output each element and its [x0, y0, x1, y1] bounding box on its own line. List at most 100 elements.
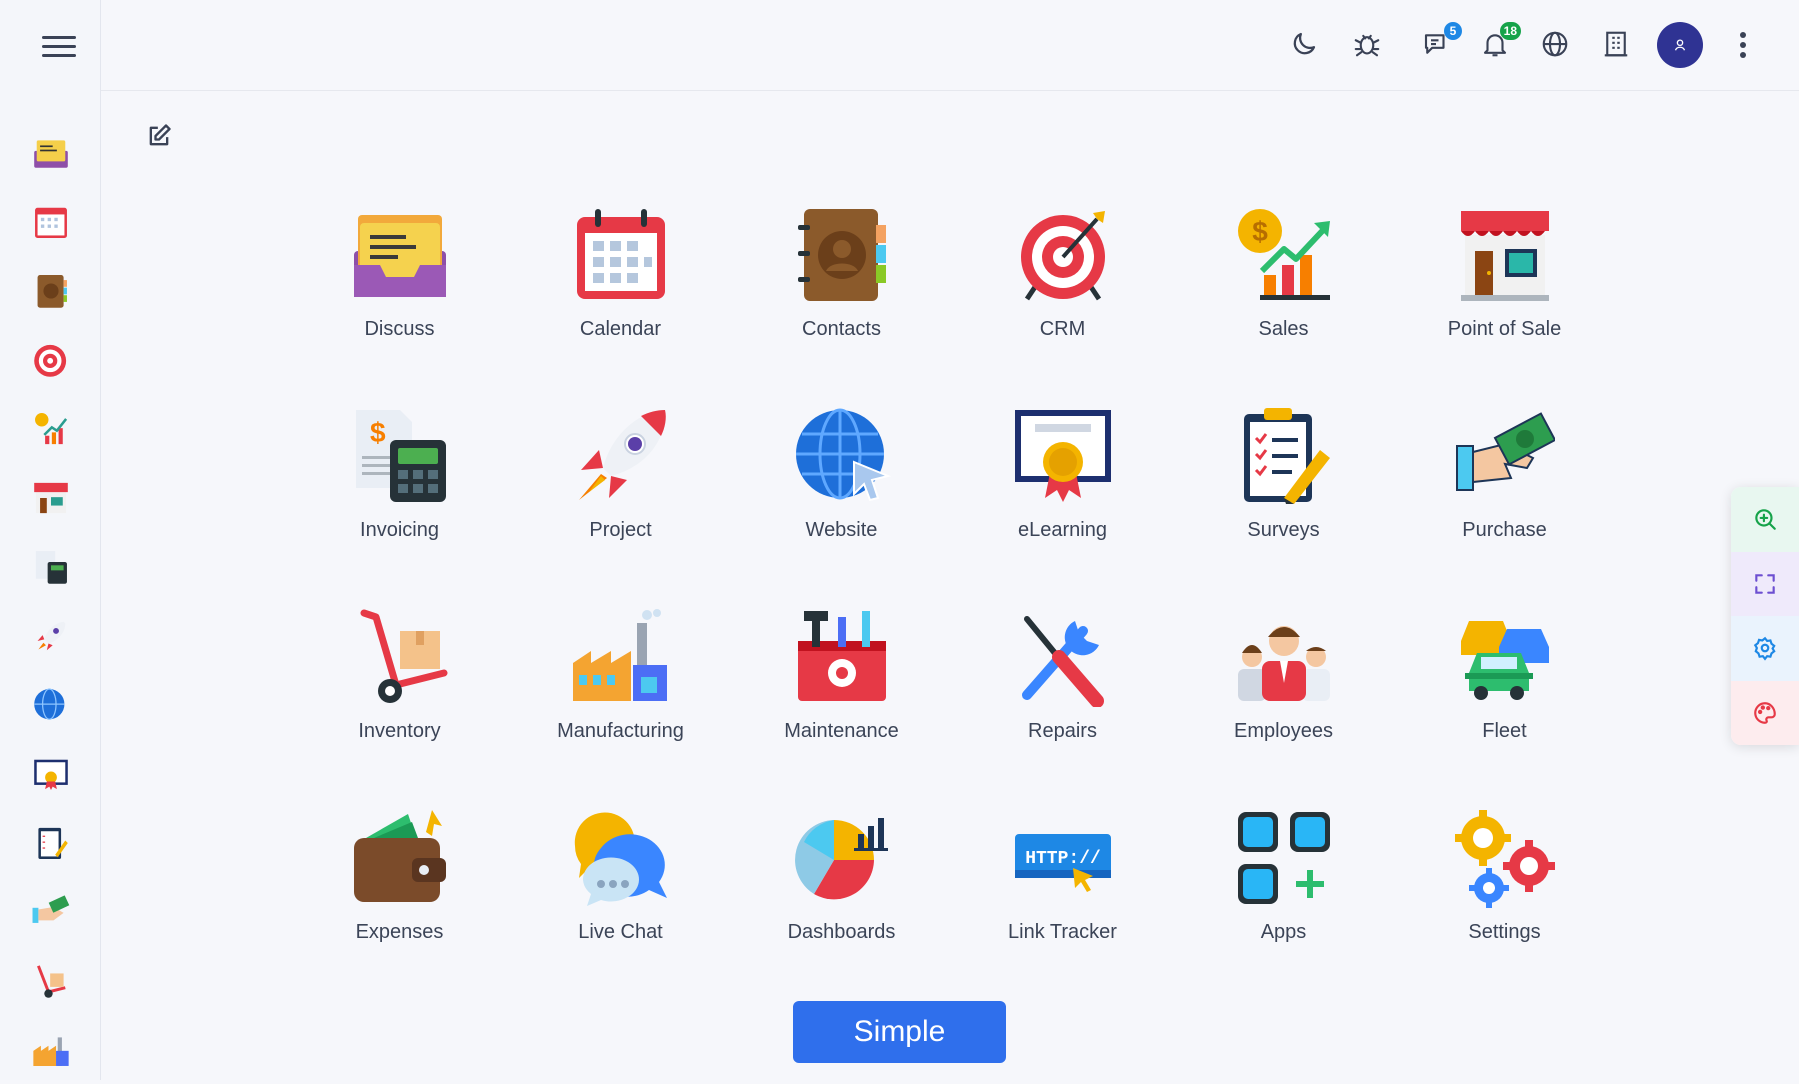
app-label: Employees: [1234, 720, 1333, 742]
people-icon: [1237, 626, 1330, 701]
app-label: Link Tracker: [1008, 921, 1117, 943]
crm-target-icon: [1020, 211, 1105, 301]
app-label: Dashboards: [787, 921, 896, 943]
app-label: CRM: [1039, 318, 1086, 340]
app-label: Surveys: [1247, 519, 1320, 541]
dark-mode-moon-icon[interactable]: [1286, 26, 1322, 62]
settings-gear-icon[interactable]: [1731, 616, 1799, 681]
gears-icon: [1454, 810, 1555, 908]
sidebar-item-elearning[interactable]: [0, 739, 101, 808]
app-point-of-sale[interactable]: Point of Sale: [1394, 205, 1615, 406]
wallet-icon: [353, 810, 446, 902]
app-grid: Discuss Calendar Contacts CRM $ Sales Po…: [289, 205, 1619, 1009]
app-invoicing[interactable]: $ Invoicing: [289, 406, 510, 607]
notifications-bell-icon[interactable]: 18: [1477, 22, 1521, 62]
dollar-sign: $: [370, 417, 386, 448]
app-fleet[interactable]: Fleet: [1394, 607, 1615, 808]
app-dashboards[interactable]: Dashboards: [731, 808, 952, 1009]
sidebar-item-discuss[interactable]: [0, 118, 101, 187]
app-link-tracker[interactable]: HTTP:// Link Tracker: [952, 808, 1173, 1009]
app-label: Fleet: [1482, 720, 1527, 742]
user-avatar[interactable]: [1657, 22, 1703, 68]
rocket-icon: [37, 621, 65, 650]
debug-bug-icon[interactable]: [1349, 26, 1385, 62]
globe-cursor-icon: [33, 687, 64, 720]
sidebar-item-purchase[interactable]: [0, 877, 101, 946]
discuss-icon: [33, 139, 68, 168]
sidebar-item-website[interactable]: [0, 670, 101, 739]
sidebar-item-crm[interactable]: [0, 325, 101, 394]
app-label: Settings: [1468, 921, 1541, 943]
sidebar-item-manufacturing[interactable]: [0, 1015, 101, 1084]
store-icon: [1460, 211, 1549, 301]
hand-truck-icon: [360, 609, 447, 703]
calendar-icon: [576, 209, 665, 299]
app-label: Website: [805, 519, 878, 541]
clipboard-checklist-icon: [37, 827, 68, 859]
sidebar-item-invoicing[interactable]: [0, 532, 101, 601]
app-website[interactable]: Website: [731, 406, 952, 607]
sidebar-item-contacts[interactable]: [0, 256, 101, 325]
hand-money-icon: [1455, 412, 1555, 491]
clipboard-checklist-icon: [1243, 408, 1330, 504]
app-crm[interactable]: CRM: [952, 205, 1173, 406]
app-elearning[interactable]: eLearning: [952, 406, 1173, 607]
app-label: eLearning: [1018, 519, 1107, 541]
sidebar-app-list: [0, 118, 101, 1084]
zoom-in-icon[interactable]: [1731, 487, 1799, 552]
app-label: Sales: [1258, 318, 1309, 340]
edit-layout-icon[interactable]: [145, 122, 175, 152]
sidebar-item-point-of-sale[interactable]: [0, 463, 101, 532]
app-employees[interactable]: Employees: [1173, 607, 1394, 808]
app-label: Expenses: [355, 921, 444, 943]
sidebar-item-sales[interactable]: [0, 394, 101, 463]
dollar-sign: $: [1252, 216, 1268, 247]
messages-chat-icon[interactable]: 5: [1418, 22, 1462, 62]
sidebar-item-project[interactable]: [0, 601, 101, 670]
more-options-icon[interactable]: [1736, 28, 1750, 62]
app-live-chat[interactable]: Live Chat: [510, 808, 731, 1009]
app-surveys[interactable]: Surveys: [1173, 406, 1394, 607]
certificate-icon: [1014, 410, 1111, 502]
calendar-icon: [34, 207, 67, 238]
floating-tools-panel: [1731, 487, 1799, 745]
app-expenses[interactable]: Expenses: [289, 808, 510, 1009]
fullscreen-icon[interactable]: [1731, 551, 1799, 616]
app-repairs[interactable]: Repairs: [952, 607, 1173, 808]
theme-palette-icon[interactable]: [1731, 680, 1799, 745]
invoice-calculator-icon: $: [355, 410, 446, 502]
sidebar-item-inventory[interactable]: [0, 946, 101, 1015]
hamburger-menu-icon[interactable]: [42, 30, 76, 62]
app-inventory[interactable]: Inventory: [289, 607, 510, 808]
pie-chart-icon: [794, 818, 888, 900]
app-label: Maintenance: [784, 720, 899, 742]
sales-chart-icon: $: [1237, 209, 1330, 300]
language-globe-icon[interactable]: [1537, 26, 1573, 62]
sales-chart-icon: [34, 412, 67, 444]
app-settings[interactable]: Settings: [1394, 808, 1615, 1009]
notifications-badge: 18: [1499, 22, 1521, 40]
sidebar-item-surveys[interactable]: [0, 808, 101, 877]
app-label: Repairs: [1028, 720, 1097, 742]
app-manufacturing[interactable]: Manufacturing: [510, 607, 731, 808]
app-contacts[interactable]: Contacts: [731, 205, 952, 406]
app-project[interactable]: Project: [510, 406, 731, 607]
contacts-icon: [797, 209, 886, 301]
crm-target-icon: [33, 344, 66, 377]
hand-truck-icon: [36, 964, 66, 998]
app-purchase[interactable]: Purchase: [1394, 406, 1615, 607]
sidebar-item-calendar[interactable]: [0, 187, 101, 256]
sidebar: [0, 0, 101, 1080]
app-maintenance[interactable]: Maintenance: [731, 607, 952, 808]
messages-badge: 5: [1444, 22, 1462, 40]
apps-grid-icon: [1237, 812, 1330, 904]
app-apps[interactable]: Apps: [1173, 808, 1394, 1009]
company-building-icon[interactable]: [1598, 26, 1634, 62]
contacts-icon: [37, 274, 67, 308]
app-label: Purchase: [1462, 519, 1547, 541]
http-text: HTTP://: [1025, 849, 1101, 869]
app-discuss[interactable]: Discuss: [289, 205, 510, 406]
app-calendar[interactable]: Calendar: [510, 205, 731, 406]
simple-mode-button[interactable]: Simple: [793, 1001, 1006, 1063]
app-sales[interactable]: $ Sales: [1173, 205, 1394, 406]
